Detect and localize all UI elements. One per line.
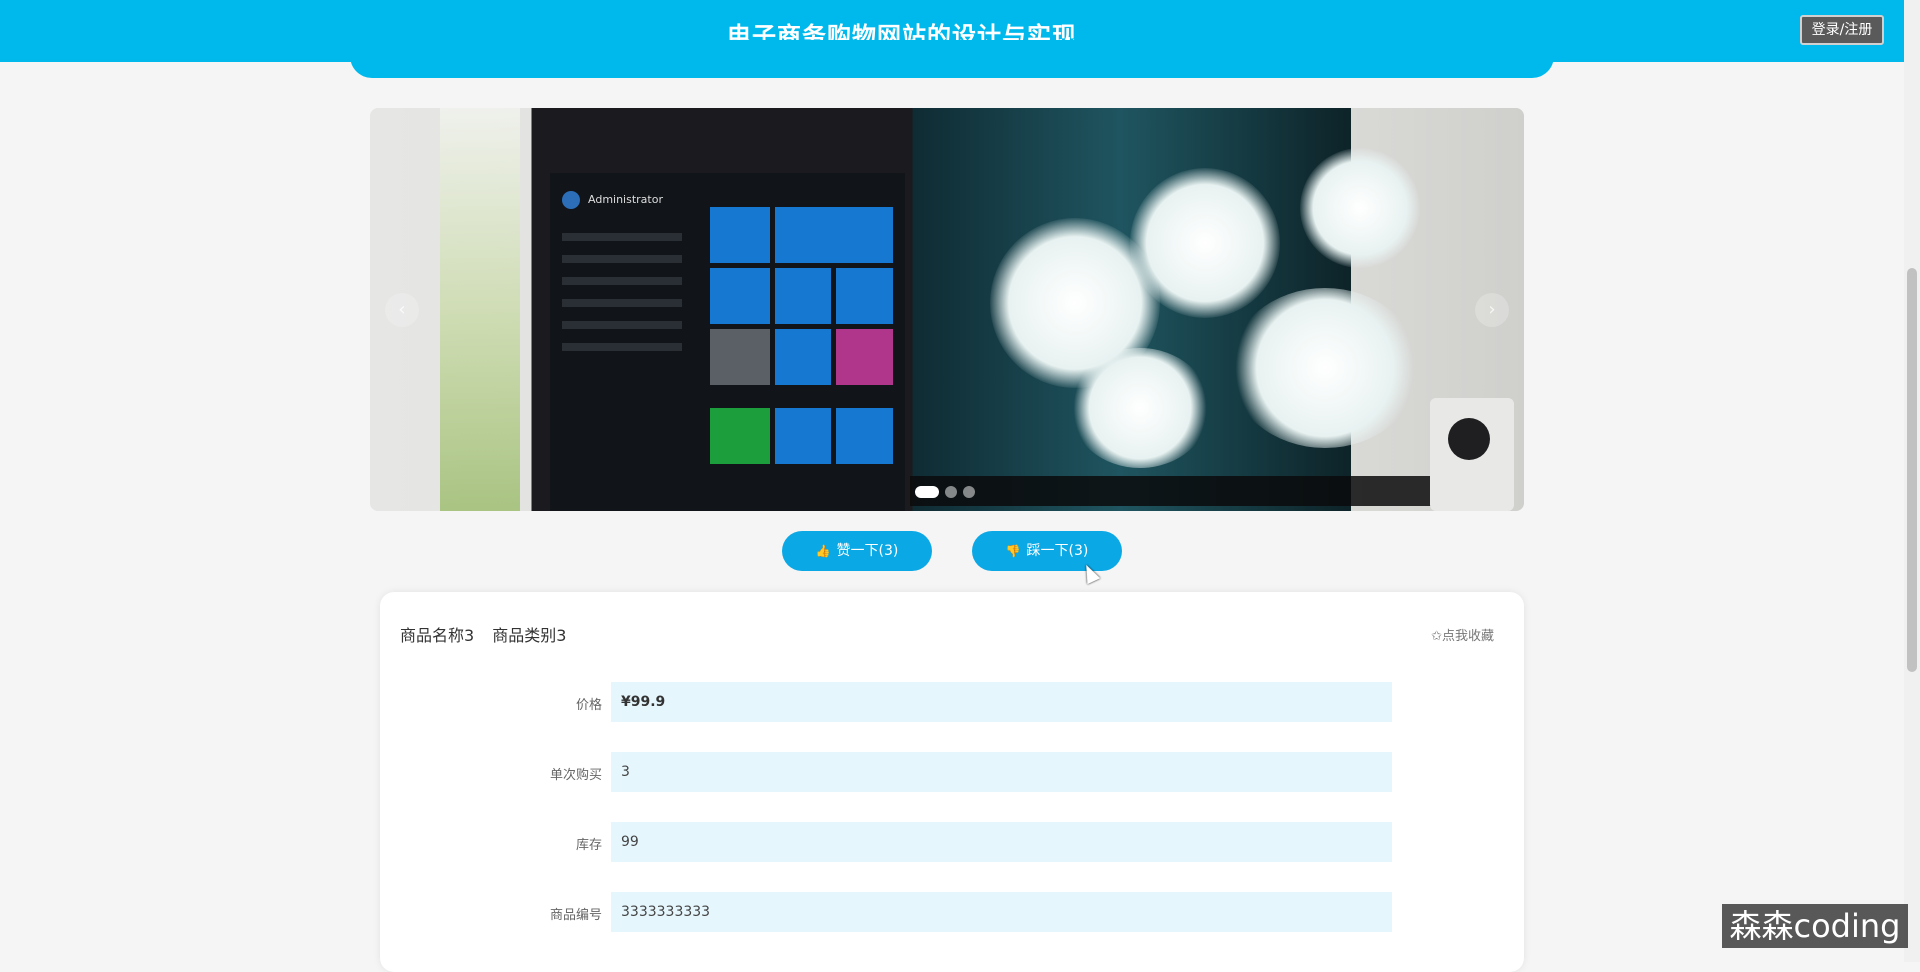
carousel-image-tile [775,268,831,324]
image-carousel[interactable]: Administrator ‹ › [370,108,1524,511]
carousel-indicators [915,486,981,498]
field-label: 商品编号 [549,908,602,923]
field-row-purchase-qty: 单次购买 3 [380,752,1524,792]
carousel-image-tile [710,207,770,263]
field-row-stock: 库存 99 [380,822,1524,862]
carousel-dot-2[interactable] [945,486,957,498]
dislike-button[interactable]: 👎 踩一下(3) [972,531,1122,571]
video-watermark: 森森coding [1722,904,1908,948]
login-register-button[interactable]: 登录/注册 [1800,15,1884,45]
favorite-button[interactable]: ✩点我收藏 [1431,625,1494,644]
carousel-image-tile [710,268,770,324]
thumbs-up-icon: 👍 [815,544,831,558]
carousel-image-tile [775,408,831,464]
product-detail-panel: 商品名称3 商品类别3 ✩点我收藏 价格 ¥99.9 单次购买 3 库存 99 商… [380,592,1524,972]
carousel-image-flower [1230,288,1420,448]
carousel-dot-3[interactable] [963,486,975,498]
thumbs-down-icon: 👎 [1005,544,1021,558]
price-value: ¥99.9 [611,682,1392,722]
stock-value: 99 [611,822,1392,862]
carousel-image-tile [710,329,770,385]
carousel-image-tile [710,408,770,464]
carousel-image-speaker [1430,398,1514,511]
like-button-label: 赞一下(3) [836,543,899,559]
field-label: 单次购买 [549,768,602,783]
chevron-right-icon[interactable]: › [1475,293,1509,327]
carousel-image-flower [1070,348,1210,468]
carousel-image-window [440,108,520,511]
carousel-image-flower [1300,148,1420,268]
carousel-dot-1[interactable] [915,486,939,498]
carousel-image-flower [1130,168,1280,318]
field-row-product-code: 商品编号 3333333333 [380,892,1524,932]
carousel-image-menu-line [562,277,682,285]
product-category: 商品类别3 [492,626,567,645]
product-name: 商品名称3 [400,626,475,645]
product-code-value: 3333333333 [611,892,1392,932]
scrollbar-thumb[interactable] [1907,268,1917,672]
dislike-button-label: 踩一下(3) [1026,543,1089,559]
like-button[interactable]: 👍 赞一下(3) [782,531,932,571]
carousel-image-menu-line [562,321,682,329]
chevron-left-icon[interactable]: ‹ [385,293,419,327]
carousel-image-tile [836,268,893,324]
carousel-image-tile [836,408,893,464]
carousel-image-menu-line [562,343,682,351]
field-row-price: 价格 ¥99.9 [380,682,1524,722]
carousel-image-tile [836,329,893,385]
page-scrollbar[interactable] [1904,0,1920,962]
carousel-image-tile [775,329,831,385]
carousel-image-taskbar [910,476,1500,506]
field-label: 价格 [575,698,602,713]
product-breadcrumb: 商品名称3 商品类别3 [400,622,584,646]
carousel-image-user: Administrator [562,191,663,209]
field-label: 库存 [575,838,602,853]
carousel-image-menu-line [562,255,682,263]
carousel-image-menu-line [562,233,682,241]
purchase-qty-value: 3 [611,752,1392,792]
header-tab-shape [350,40,1554,78]
carousel-image-tile [775,207,893,263]
carousel-image-menu-line [562,299,682,307]
carousel-image-start-menu: Administrator [550,173,905,511]
